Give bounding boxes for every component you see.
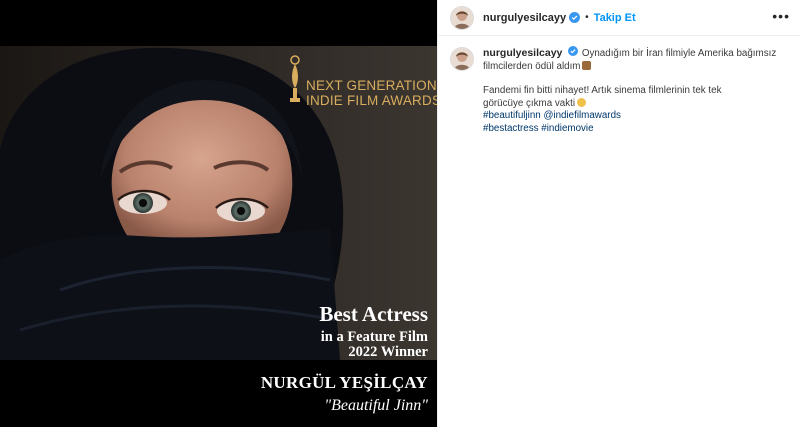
award-logo-line-2: INDIE FILM AWARDS [306, 93, 437, 108]
post-image[interactable]: NEXT GENERATION INDIE FILM AWARDS Best A… [0, 0, 437, 427]
hashtags-line-2[interactable]: #bestactress #indiemovie [483, 123, 783, 136]
profile-photo-icon [451, 6, 473, 29]
caption-line-4: görücüye çıkma vakti [483, 97, 576, 109]
trophy-laurel-icon [290, 55, 300, 102]
trophy-emoji-icon [582, 60, 592, 70]
post-header: nurgulyesilcayy • Takip Et ••• [438, 0, 800, 36]
award-logo-line-1: NEXT GENERATION [306, 78, 437, 93]
smile-emoji-icon [577, 97, 587, 107]
verified-badge-icon [568, 46, 579, 57]
profile-photo-icon [451, 48, 473, 70]
post-sidebar: nurgulyesilcayy • Takip Et ••• nurgulyes… [437, 0, 800, 427]
award-logo: NEXT GENERATION INDIE FILM AWARDS [288, 54, 437, 108]
caption-text: nurgulyesilcayy Oynadığım bir İran filmi… [483, 46, 783, 136]
actress-name: NURGÜL YEŞİLÇAY [260, 373, 428, 392]
caption-line-3: Fandemi fin bitti nihayet! Artık sinema … [483, 85, 722, 97]
caption-line-1: Oynadığım bir İran filmiyle Amerika bağı… [581, 48, 777, 59]
award-title: Best Actress [319, 302, 428, 326]
username-link[interactable]: nurgulyesilcayy [483, 12, 566, 24]
ellipsis-icon[interactable]: ••• [772, 9, 790, 25]
film-title: "Beautiful Jinn" [324, 397, 428, 414]
caption-comment: nurgulyesilcayy Oynadığım bir İran filmi… [438, 36, 800, 146]
caption-username-link[interactable]: nurgulyesilcayy [483, 47, 562, 59]
hashtags-line-1[interactable]: #beautifuljinn @indiefilmawards [483, 110, 783, 123]
caption-line-2: filmcilerden ödül aldım [483, 60, 581, 72]
award-year: 2022 Winner [348, 344, 428, 360]
separator: • [585, 12, 589, 23]
avatar[interactable] [450, 47, 474, 71]
follow-button[interactable]: Takip Et [594, 12, 636, 24]
instagram-post: NEXT GENERATION INDIE FILM AWARDS Best A… [0, 0, 800, 427]
verified-badge-icon [569, 12, 581, 23]
avatar[interactable] [450, 5, 474, 30]
